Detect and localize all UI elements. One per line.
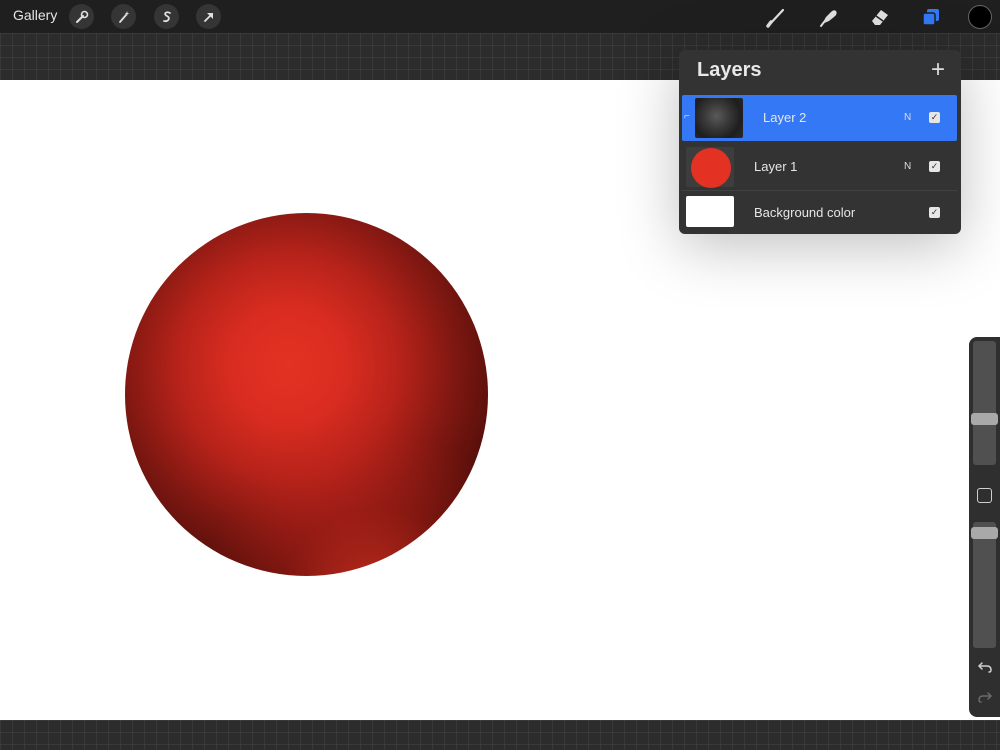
layers-title: Layers: [697, 59, 762, 81]
layer-row-background-color[interactable]: Background color ✓: [682, 190, 957, 230]
layer-thumbnail: [686, 147, 734, 188]
brush-size-slider[interactable]: [971, 341, 998, 465]
side-toolbar: [969, 337, 1000, 717]
layer-row-layer-2[interactable]: ⌐ Layer 2 N ✓: [682, 95, 957, 141]
layer-thumbnail: [695, 98, 743, 138]
eraser-button[interactable]: [868, 5, 892, 29]
color-picker-button[interactable]: [968, 5, 992, 29]
modify-button[interactable]: [977, 488, 992, 503]
wrench-icon: [75, 10, 88, 23]
gallery-button[interactable]: Gallery: [13, 7, 57, 23]
visibility-checkbox[interactable]: ✓: [929, 161, 940, 172]
undo-icon[interactable]: [977, 659, 993, 675]
brush-button[interactable]: [765, 5, 789, 29]
smudge-button[interactable]: [817, 5, 841, 29]
brush-size-handle[interactable]: [971, 413, 998, 425]
red-sphere-artwork: [125, 213, 488, 576]
opacity-slider[interactable]: [971, 522, 998, 648]
layers-panel: Layers + ⌐ Layer 2 N ✓ Layer 1 N ✓ Backg…: [679, 50, 961, 234]
smudge-icon: [820, 10, 837, 27]
layer-row-layer-1[interactable]: Layer 1 N ✓: [682, 144, 957, 191]
layers-button[interactable]: [919, 5, 943, 29]
add-layer-button[interactable]: +: [931, 58, 945, 82]
selection-button[interactable]: [154, 4, 179, 29]
layer-name: Layer 2: [763, 110, 807, 125]
blend-mode-button[interactable]: N: [904, 161, 911, 172]
visibility-checkbox[interactable]: ✓: [929, 112, 940, 123]
selection-icon: [162, 10, 171, 22]
blend-mode-button[interactable]: N: [904, 112, 911, 123]
eraser-icon: [872, 10, 888, 25]
transform-button[interactable]: [196, 4, 221, 29]
background-color-swatch[interactable]: [686, 196, 734, 227]
clipping-mask-indicator: ⌐: [684, 111, 690, 122]
brush-icon: [766, 8, 785, 28]
background-grid-bottom: [0, 720, 1000, 750]
magic-wand-icon: [118, 10, 129, 23]
top-toolbar: Gallery: [0, 0, 1000, 33]
transform-arrow-icon: [203, 12, 213, 22]
opacity-handle[interactable]: [971, 527, 998, 539]
actions-button[interactable]: [69, 4, 94, 29]
layer-name: Layer 1: [754, 159, 798, 174]
redo-icon[interactable]: [977, 689, 993, 705]
layers-icon: [922, 9, 939, 26]
layer-name: Background color: [754, 205, 856, 220]
visibility-checkbox[interactable]: ✓: [929, 207, 940, 218]
adjustments-button[interactable]: [111, 4, 136, 29]
